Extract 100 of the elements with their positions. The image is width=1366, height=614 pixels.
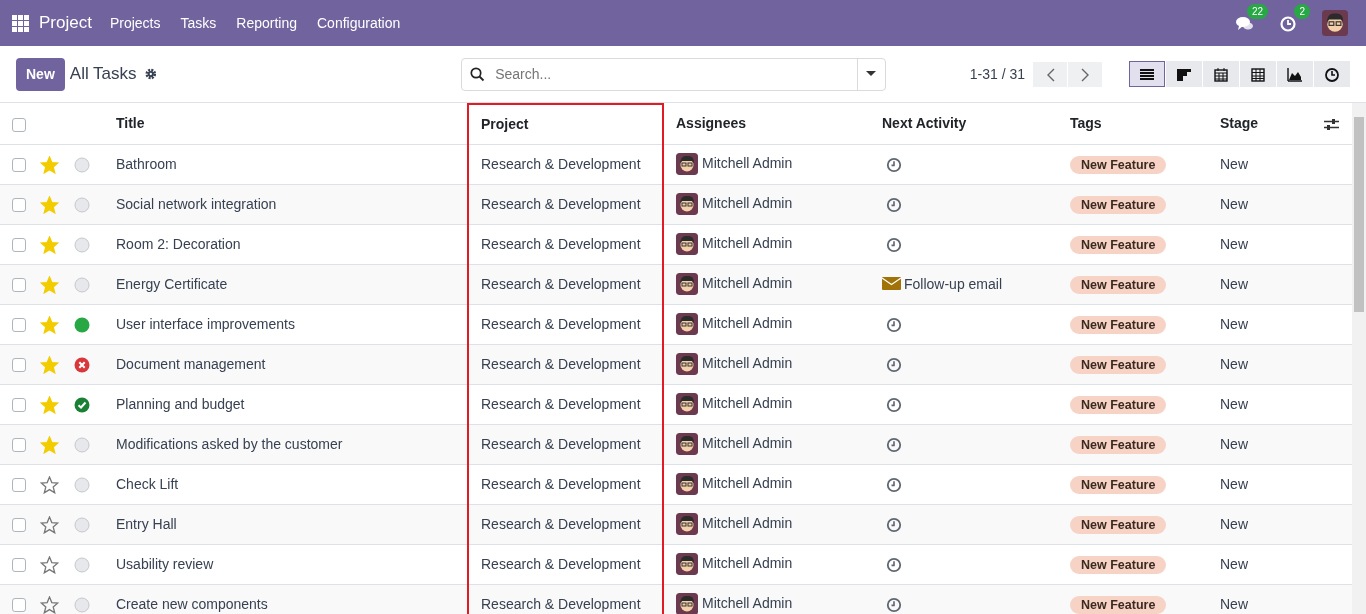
clock-icon[interactable] (886, 436, 902, 453)
task-row[interactable]: Entry Hall Research & Development Mitchell Admin New Feature New (0, 504, 1352, 544)
star-icon[interactable] (40, 515, 59, 534)
task-row[interactable]: Create new components Research & Development Mitchell Admin New Feature New (0, 584, 1352, 614)
menu-item[interactable]: Reporting (226, 12, 307, 34)
assignee-name: Mitchell Admin (702, 354, 793, 371)
column-header[interactable]: Assignees (676, 115, 747, 132)
clock-icon[interactable] (886, 236, 902, 253)
clock-icon[interactable] (886, 316, 902, 333)
column-header[interactable]: Stage (1220, 115, 1259, 132)
stage-name: New (1220, 435, 1248, 452)
clock-icon[interactable] (886, 596, 902, 613)
clock-icon[interactable] (886, 196, 902, 213)
menu-item[interactable]: Tasks (170, 12, 227, 34)
select-all-checkbox[interactable] (12, 117, 26, 132)
scrollbar-thumb[interactable] (1354, 117, 1364, 312)
row-checkbox[interactable] (12, 277, 26, 292)
settings-icon[interactable] (144, 68, 157, 80)
column-settings-icon[interactable] (1324, 118, 1339, 132)
task-title: Usability review (116, 555, 214, 572)
menu-item[interactable]: Projects (99, 12, 171, 34)
task-title: Social network integration (116, 195, 277, 212)
task-row[interactable]: Modifications asked by the customer Research & Development Mitchell Admin New Feature New (0, 424, 1352, 464)
tag: New Feature (1070, 475, 1167, 494)
menu-item[interactable]: Configuration (307, 12, 411, 34)
star-icon[interactable] (40, 555, 59, 574)
view-graph-button[interactable] (1277, 61, 1313, 87)
task-title: Energy Certificate (116, 275, 228, 292)
clock-icon[interactable] (886, 156, 902, 173)
graph-view-icon (1287, 66, 1303, 82)
column-header[interactable]: Project (481, 115, 529, 132)
envelope-icon[interactable] (882, 275, 901, 291)
row-checkbox[interactable] (12, 357, 26, 372)
app-name[interactable]: Project (39, 10, 92, 36)
view-pivot-button[interactable] (1240, 61, 1276, 87)
project-name: Research & Development (481, 315, 641, 332)
clock-icon[interactable] (886, 476, 902, 493)
column-header[interactable]: Next Activity (882, 115, 967, 132)
tag: New Feature (1070, 435, 1167, 454)
stage-name: New (1220, 395, 1248, 412)
project-name: Research & Development (481, 395, 641, 412)
row-checkbox[interactable] (12, 237, 26, 252)
status-icon[interactable] (74, 396, 90, 413)
list-view-icon (1139, 66, 1155, 82)
column-header[interactable]: Tags (1070, 115, 1102, 132)
row-checkbox[interactable] (12, 317, 26, 332)
view-calendar-button[interactable] (1203, 61, 1239, 87)
row-checkbox[interactable] (12, 597, 26, 612)
search-field[interactable]: Search... (461, 57, 886, 91)
project-name: Research & Development (481, 355, 641, 372)
row-checkbox[interactable] (12, 197, 26, 212)
task-title: Document management (116, 355, 266, 372)
task-row[interactable]: Energy Certificate Research & Development Mitchell Admin Follow-up email New Feature New (0, 264, 1352, 304)
task-title: Modifications asked by the customer (116, 435, 343, 452)
avatar-icon (676, 513, 698, 536)
status-icon[interactable] (74, 316, 90, 333)
project-name: Research & Development (481, 275, 641, 292)
task-row[interactable]: Social network integration Research & Development Mitchell Admin New Feature New (0, 184, 1352, 224)
pivot-view-icon (1250, 66, 1266, 82)
app-grid-icon[interactable] (12, 14, 29, 32)
activity-view-icon (1324, 66, 1340, 82)
clock-icon[interactable] (886, 356, 902, 373)
view-kanban-button[interactable] (1166, 61, 1202, 87)
clock-icon[interactable] (886, 556, 902, 573)
avatar-icon (676, 313, 698, 336)
chat-icon[interactable] (1236, 15, 1254, 32)
view-list-button[interactable] (1129, 61, 1165, 87)
search-icon (470, 66, 486, 82)
status-icon[interactable] (74, 356, 90, 373)
scrollbar[interactable] (1352, 103, 1366, 614)
activity-label[interactable]: Follow-up email (904, 275, 1003, 292)
page-title: All Tasks (69, 63, 137, 86)
avatar-icon (676, 553, 698, 576)
clock-icon[interactable] (886, 396, 902, 413)
dropdown-caret-icon[interactable] (866, 71, 877, 77)
task-row[interactable]: Document management Research & Development Mitchell Admin New Feature New (0, 344, 1352, 384)
star-icon[interactable] (40, 595, 59, 614)
clock-icon[interactable] (886, 516, 902, 533)
tag: New Feature (1070, 315, 1167, 334)
star-icon[interactable] (40, 475, 59, 494)
row-checkbox[interactable] (12, 157, 26, 172)
row-checkbox[interactable] (12, 437, 26, 452)
project-name: Research & Development (481, 435, 641, 452)
row-checkbox[interactable] (12, 477, 26, 492)
project-name: Research & Development (481, 595, 641, 612)
row-checkbox[interactable] (12, 557, 26, 572)
stage-name: New (1220, 555, 1248, 572)
chevron-right-icon (1080, 67, 1090, 82)
task-title: Check Lift (116, 475, 179, 492)
project-name: Research & Development (481, 195, 641, 212)
row-checkbox[interactable] (12, 517, 26, 532)
row-checkbox[interactable] (12, 397, 26, 412)
new-button[interactable]: New (16, 57, 65, 91)
previous-button[interactable] (1033, 61, 1067, 87)
column-header[interactable]: Title (116, 115, 145, 132)
avatar-icon (676, 393, 698, 416)
view-activity-button[interactable] (1314, 61, 1350, 87)
next-button[interactable] (1068, 61, 1102, 87)
tag: New Feature (1070, 235, 1167, 254)
user-avatar-icon (1322, 10, 1348, 36)
